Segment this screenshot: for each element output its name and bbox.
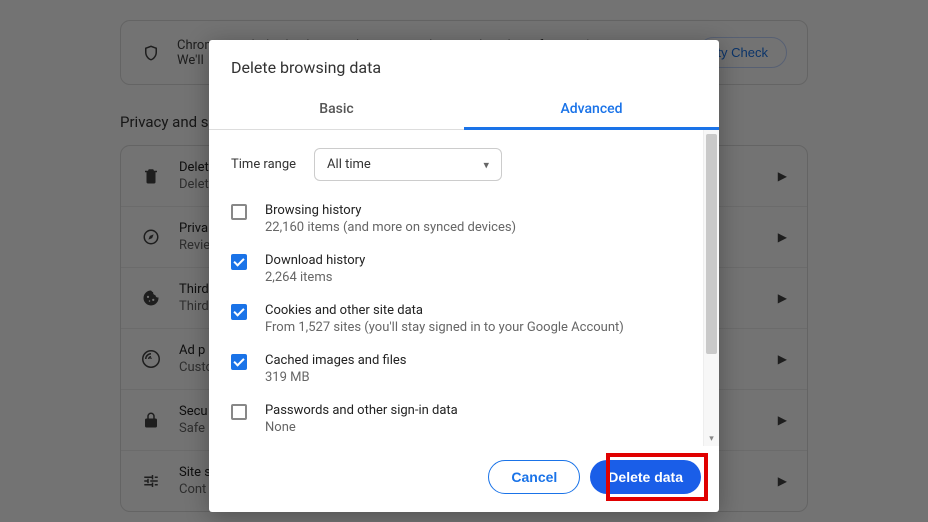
dialog-scroll-area: Time range All time Browsing history 22,… bbox=[209, 130, 703, 446]
checkbox-passwords[interactable] bbox=[231, 404, 247, 420]
tab-basic[interactable]: Basic bbox=[209, 91, 464, 129]
option-cache[interactable]: Cached images and files 319 MB bbox=[231, 353, 681, 385]
dialog-title: Delete browsing data bbox=[209, 40, 719, 91]
dialog-scrollbar[interactable]: ▾ bbox=[703, 130, 719, 446]
option-cookies[interactable]: Cookies and other site data From 1,527 s… bbox=[231, 303, 681, 335]
tab-advanced[interactable]: Advanced bbox=[464, 91, 719, 130]
checkbox-cache[interactable] bbox=[231, 354, 247, 370]
option-passwords[interactable]: Passwords and other sign-in data None bbox=[231, 403, 681, 435]
cancel-button[interactable]: Cancel bbox=[488, 460, 580, 494]
scrollbar-thumb[interactable] bbox=[706, 134, 717, 354]
delete-browsing-data-dialog: Delete browsing data Basic Advanced Time… bbox=[209, 40, 719, 512]
option-browsing-history[interactable]: Browsing history 22,160 items (and more … bbox=[231, 203, 681, 235]
modal-overlay: Delete browsing data Basic Advanced Time… bbox=[0, 0, 928, 522]
checkbox-download-history[interactable] bbox=[231, 254, 247, 270]
checkbox-browsing-history[interactable] bbox=[231, 204, 247, 220]
scrollbar-down-icon[interactable]: ▾ bbox=[704, 434, 719, 446]
time-range-select[interactable]: All time bbox=[314, 148, 502, 181]
option-download-history[interactable]: Download history 2,264 items bbox=[231, 253, 681, 285]
checkbox-cookies[interactable] bbox=[231, 304, 247, 320]
time-range-label: Time range bbox=[231, 157, 296, 172]
dialog-tabs: Basic Advanced bbox=[209, 91, 719, 130]
highlight-annotation bbox=[606, 453, 708, 501]
